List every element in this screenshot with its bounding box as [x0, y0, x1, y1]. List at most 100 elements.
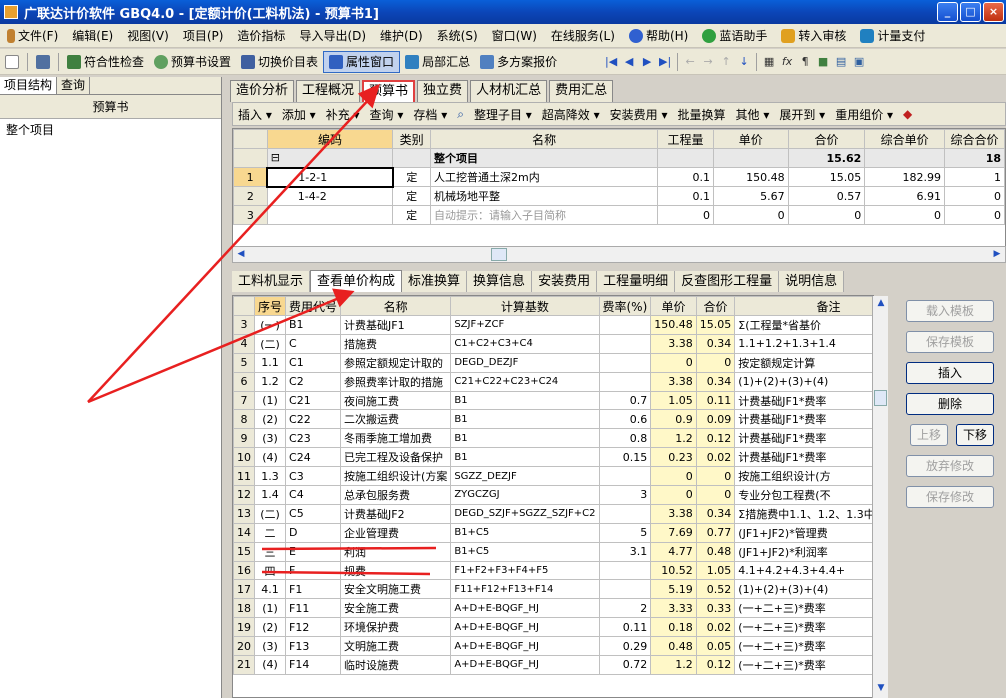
calc-base-cell[interactable]: B1 [450, 409, 600, 430]
supplement-dropdown[interactable]: 补充 ▾ [321, 106, 365, 123]
fee-code-cell[interactable]: F [285, 560, 342, 581]
table-row[interactable]: 14 二 D 企业管理费 B1+C5 5 7.69 0.77 (JF1+JF2)*管理费 [233, 522, 873, 543]
total-cell[interactable]: 0 [787, 205, 866, 225]
formula-icon[interactable]: fx [778, 55, 796, 68]
name-cell[interactable]: 夜间施工费 [340, 390, 452, 411]
price-cell[interactable]: 1.05 [650, 390, 697, 411]
col-code[interactable]: 编码 [266, 129, 394, 149]
code-cell[interactable]: 1-4-2 [266, 186, 394, 206]
expand-to-dropdown[interactable]: 展开到 ▾ [774, 106, 830, 123]
compliance-check-button[interactable]: 符合性检查 [62, 51, 149, 73]
calc-base-cell[interactable]: C21+C22+C23+C24 [450, 371, 600, 392]
maximize-button[interactable]: □ [960, 2, 981, 22]
col-qty[interactable]: 工程量 [657, 129, 714, 149]
calc-base-cell[interactable]: A+D+E-BQGF_HJ [450, 655, 600, 675]
menu-online-service[interactable]: 在线服务(L) [544, 27, 622, 44]
calc-base-cell[interactable]: F11+F12+F13+F14 [450, 579, 600, 600]
unit-total-cell[interactable]: 0 [944, 205, 1005, 225]
down-icon[interactable]: ↓ [735, 55, 753, 68]
seq-cell[interactable]: (3) [253, 428, 287, 449]
rate-cell[interactable] [598, 466, 652, 487]
note-cell[interactable]: (一+二+三)*费率 [734, 655, 873, 675]
cube-icon[interactable]: ■ [814, 55, 832, 68]
unit-total-cell[interactable]: 0 [944, 186, 1005, 206]
rate-cell[interactable] [598, 560, 652, 581]
note-cell[interactable]: 1.1+1.2+1.3+1.4 [734, 333, 873, 354]
col-price[interactable]: 单价 [650, 296, 697, 316]
save-template-button[interactable]: 保存模板 [906, 331, 994, 353]
fee-code-cell[interactable]: C3 [285, 466, 342, 487]
rate-cell[interactable]: 0.15 [598, 447, 652, 468]
fee-code-cell[interactable]: C21 [285, 390, 342, 411]
table-row[interactable]: 6 1.2 C2 参照费率计取的措施 C21+C22+C23+C24 3.38 0.34 (1… [233, 371, 873, 392]
table-row[interactable]: 7 (1) C21 夜间施工费 B1 0.7 1.05 0.11 计费基础JF1*费率 [233, 390, 873, 411]
col-total[interactable]: 合价 [787, 129, 866, 149]
price-cell[interactable]: 10.52 [650, 560, 697, 581]
seq-cell[interactable]: (二) [253, 503, 287, 524]
paint-bucket-icon[interactable]: ◆ [898, 107, 917, 121]
first-icon[interactable]: |◀ [602, 55, 620, 68]
name-cell[interactable]: 总承包服务费 [340, 485, 452, 505]
new-button[interactable] [0, 51, 24, 73]
calc-base-cell[interactable]: B1+C5 [450, 541, 600, 562]
discard-changes-button[interactable]: 放弃修改 [906, 455, 994, 477]
col-note[interactable]: 备注 [734, 296, 873, 316]
budget-settings-button[interactable]: 预算书设置 [149, 51, 236, 73]
price-cell[interactable]: 1.2 [650, 655, 697, 675]
price-cell[interactable]: 0.48 [650, 636, 697, 657]
table-row[interactable]: 3 (一) B1 计费基础JF1 SZJF+ZCF 150.48 15.05 Σ(工程量*省基… [233, 315, 873, 335]
delete-button[interactable]: 删除 [906, 393, 994, 415]
rate-cell[interactable] [598, 352, 652, 373]
total-cell[interactable]: 0.33 [695, 598, 736, 619]
rate-cell[interactable] [598, 315, 652, 335]
type-cell[interactable]: 定 [392, 167, 432, 187]
qty-cell[interactable]: 0.1 [657, 186, 714, 206]
calc-base-cell[interactable]: B1 [450, 447, 600, 468]
col-unit-price[interactable]: 综合单价 [864, 129, 946, 149]
total-cell[interactable]: 0.05 [695, 636, 736, 657]
name-cell[interactable]: 冬雨季施工增加费 [340, 428, 452, 449]
total-cell[interactable]: 1.05 [695, 560, 736, 581]
note-cell[interactable]: Σ措施费中1.1、1.2、1.3中省价措施 [734, 503, 873, 524]
cut-button[interactable] [31, 51, 55, 73]
add-dropdown[interactable]: 添加 ▾ [277, 106, 321, 123]
tab-labor-material-display[interactable]: 工料机显示 [232, 271, 311, 292]
close-button[interactable]: × [983, 2, 1004, 22]
total-cell[interactable]: 0.11 [695, 390, 736, 411]
note-cell[interactable]: (1)+(2)+(3)+(4) [734, 579, 873, 600]
name-cell[interactable]: 计费基础JF2 [340, 503, 452, 524]
name-cell[interactable]: 已完工程及设备保护 [340, 447, 452, 468]
type-cell[interactable]: 定 [392, 186, 432, 206]
table-row[interactable]: 1 1-2-1 定 人工挖普通土深2m内 0.1 150.48 15.05 18… [233, 166, 1005, 188]
batch-convert-button[interactable]: 批量换算 [672, 106, 730, 123]
fee-code-cell[interactable]: E [285, 541, 342, 562]
insert-button[interactable]: 插入 [906, 362, 994, 384]
total-cell[interactable]: 0.34 [695, 503, 736, 524]
table-row[interactable]: 4 (二) C 措施费 C1+C2+C3+C4 3.38 0.34 1.1+1.2+1.3+1… [233, 333, 873, 354]
tab-cost-analysis[interactable]: 造价分析 [230, 80, 295, 102]
install-fee-dropdown[interactable]: 安装费用 ▾ [605, 106, 673, 123]
rate-cell[interactable]: 0.29 [598, 636, 652, 657]
seq-cell[interactable]: (4) [253, 655, 287, 675]
fee-code-cell[interactable]: F14 [285, 655, 342, 675]
fee-code-cell[interactable]: C24 [285, 447, 342, 468]
note-cell[interactable]: 计费基础JF1*费率 [734, 409, 873, 430]
seq-cell[interactable]: 1.1 [253, 352, 287, 373]
price-cell[interactable]: 0 [650, 352, 697, 373]
rate-cell[interactable]: 3.1 [598, 541, 652, 562]
seq-cell[interactable]: (4) [253, 447, 287, 468]
tab-query[interactable]: 查询 [57, 77, 91, 94]
calc-base-cell[interactable]: ZYGCZGJ [450, 485, 600, 505]
tab-standard-conversion[interactable]: 标准换算 [402, 271, 468, 292]
code-cell[interactable] [266, 205, 394, 225]
scroll-thumb[interactable] [874, 390, 887, 406]
tab-fee-summary[interactable]: 费用汇总 [549, 80, 614, 102]
col-unit-total[interactable]: 综合合价 [944, 129, 1005, 149]
other-dropdown[interactable]: 其他 ▾ [731, 106, 775, 123]
up-icon[interactable]: ↑ [717, 55, 735, 68]
reuse-pricing-dropdown[interactable]: 重用组价 ▾ [830, 106, 898, 123]
calc-base-cell[interactable]: B1+C5 [450, 522, 600, 543]
calc-base-cell[interactable]: A+D+E-BQGF_HJ [450, 617, 600, 638]
table-row[interactable]: 18 (1) F11 安全施工费 A+D+E-BQGF_HJ 2 3.33 0.33 (一+二+… [233, 598, 873, 619]
table-icon[interactable]: ▤ [832, 55, 850, 68]
